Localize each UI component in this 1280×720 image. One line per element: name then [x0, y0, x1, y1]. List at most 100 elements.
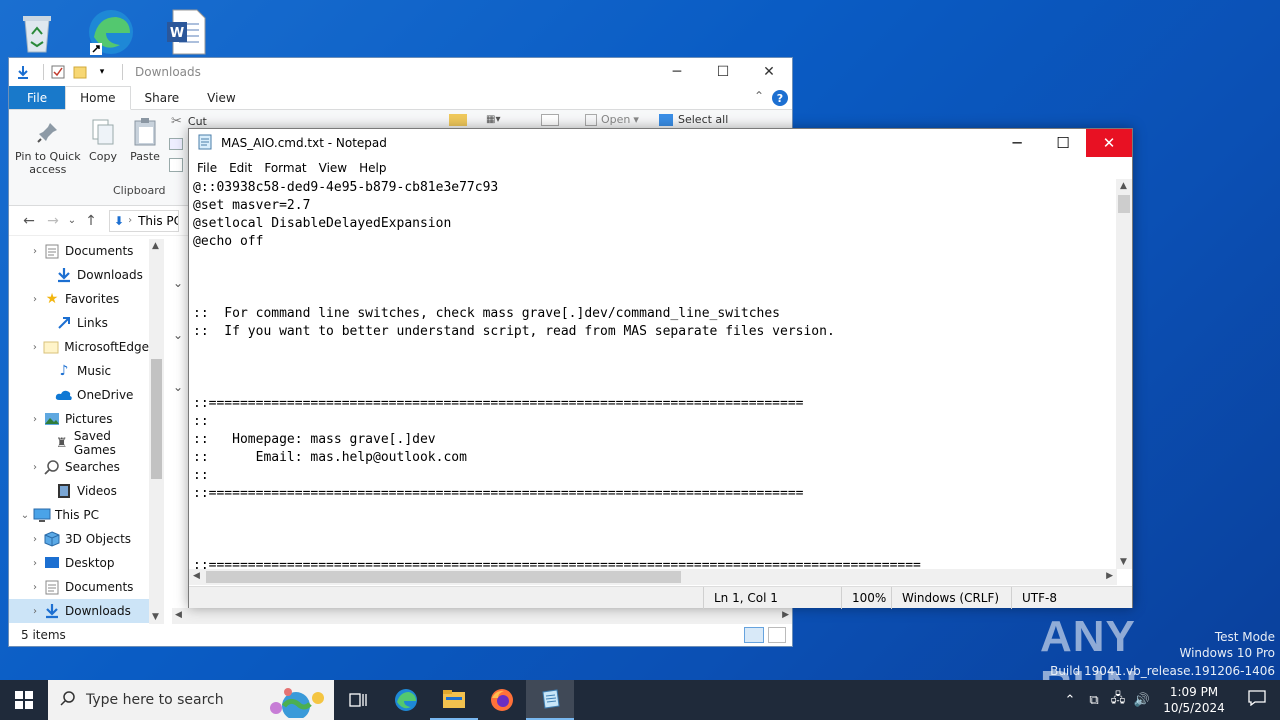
paste-button[interactable]: Paste: [130, 116, 160, 163]
expand-chevron-icon[interactable]: ›: [27, 414, 43, 425]
properties-icon[interactable]: [50, 64, 66, 80]
nav-item-3d-objects[interactable]: › 3D Objects: [9, 527, 149, 551]
menu-help[interactable]: Help: [353, 161, 392, 175]
notepad-close-button[interactable]: ✕: [1086, 129, 1132, 157]
forward-arrow-icon[interactable]: →: [41, 213, 65, 229]
nav-item-desktop[interactable]: › Desktop: [9, 551, 149, 575]
explorer-titlebar[interactable]: ▾ Downloads ─ ☐ ✕: [9, 58, 792, 86]
editor-vscrollbar[interactable]: ▲ ▼: [1116, 179, 1132, 569]
firefox-icon: [491, 689, 513, 711]
menu-file[interactable]: File: [191, 161, 223, 175]
tab-file[interactable]: File: [9, 86, 66, 109]
expand-chevron-icon[interactable]: ›: [27, 342, 43, 353]
customize-quick-access-icon[interactable]: ▾: [94, 64, 110, 80]
menu-format[interactable]: Format: [258, 161, 312, 175]
recycle-bin-icon[interactable]: [10, 6, 64, 58]
notepad-titlebar[interactable]: MAS_AIO.cmd.txt - Notepad ─ ☐ ✕: [189, 129, 1132, 157]
taskbar-edge-button[interactable]: [382, 680, 430, 720]
text-editor[interactable]: @::03938c58-ded9-4e95-b879-cb81e3e77c93 @…: [189, 179, 1117, 569]
group-collapse-icon[interactable]: ⌄: [173, 328, 183, 342]
paste-shortcut-icon[interactable]: [169, 158, 183, 172]
tab-home[interactable]: Home: [65, 86, 131, 110]
pin-icon: [33, 116, 63, 148]
expand-chevron-icon[interactable]: ›: [27, 462, 43, 473]
notifications-icon[interactable]: [1234, 690, 1280, 710]
new-folder-icon[interactable]: [72, 64, 88, 80]
menu-view[interactable]: View: [313, 161, 353, 175]
navigation-pane[interactable]: ▲ ▼ › Documents Downloads › ★ Favorites Links ›…: [9, 239, 164, 624]
network-icon[interactable]: 🖧: [1106, 689, 1130, 711]
details-view-icon[interactable]: [744, 627, 764, 643]
open-button[interactable]: Open ▾: [585, 113, 639, 126]
nav-item-music[interactable]: ♪ Music: [9, 359, 149, 383]
content-hscrollbar[interactable]: ◀ ▶: [172, 608, 792, 624]
text-line: :: If you want to better understand scri…: [193, 324, 835, 339]
notepad-window[interactable]: MAS_AIO.cmd.txt - Notepad ─ ☐ ✕ File Edi…: [188, 128, 1133, 609]
taskbar-search[interactable]: Type here to search: [48, 680, 334, 720]
copy-button[interactable]: Copy: [88, 116, 118, 163]
maximize-button[interactable]: ☐: [700, 58, 746, 86]
windows-logo-icon: [15, 691, 33, 709]
nav-item-downloads[interactable]: Downloads: [9, 263, 149, 287]
text-line: :: Email: mas.help@outlook.com: [193, 450, 467, 465]
select-all-button[interactable]: Select all: [659, 113, 728, 126]
cut-button[interactable]: ✂ Cut: [171, 114, 207, 129]
nav-item-links[interactable]: Links: [9, 311, 149, 335]
nav-item-documents[interactable]: › Documents: [9, 575, 149, 599]
address-bar[interactable]: ⬇ › This PC: [109, 209, 179, 232]
group-collapse-icon[interactable]: ⌄: [173, 380, 183, 394]
expand-chevron-icon[interactable]: ›: [27, 558, 43, 569]
tab-view[interactable]: View: [193, 86, 249, 109]
word-document-icon[interactable]: W: [158, 6, 212, 58]
pin-label: Pin to Quick: [15, 150, 81, 163]
show-hidden-icons-icon[interactable]: ⌃: [1058, 693, 1082, 708]
taskbar-firefox-button[interactable]: [478, 680, 526, 720]
collapse-ribbon-icon[interactable]: ⌃: [754, 89, 764, 103]
move-to-icon[interactable]: ▦▾: [486, 114, 508, 126]
nav-item-searches[interactable]: › Searches: [9, 455, 149, 479]
expand-chevron-icon[interactable]: ›: [27, 606, 43, 617]
volume-icon[interactable]: 🔊: [1130, 693, 1154, 708]
notepad-maximize-button[interactable]: ☐: [1040, 129, 1086, 157]
expand-chevron-icon[interactable]: ›: [27, 534, 43, 545]
nav-item-favorites[interactable]: › ★ Favorites: [9, 287, 149, 311]
notepad-minimize-button[interactable]: ─: [994, 129, 1040, 157]
expand-chevron-icon[interactable]: ›: [27, 294, 43, 305]
expand-chevron-icon[interactable]: ⌄: [17, 510, 33, 521]
nav-item-onedrive[interactable]: OneDrive: [9, 383, 149, 407]
group-collapse-icon[interactable]: ⌄: [173, 276, 183, 290]
expand-chevron-icon[interactable]: ›: [27, 246, 43, 257]
up-arrow-icon[interactable]: ↑: [79, 213, 103, 229]
editor-hscrollbar[interactable]: ◀ ▶: [189, 569, 1117, 585]
build-label: Build 19041.vb_release.191206-1406: [1050, 664, 1275, 678]
nav-item-saved-games[interactable]: ♜ Saved Games: [9, 429, 149, 457]
nav-item-microsoftedge[interactable]: › MicrosoftEdge: [9, 335, 149, 359]
pin-to-quick-access-button[interactable]: Pin to Quick access: [15, 116, 81, 176]
back-arrow-icon[interactable]: ←: [17, 213, 41, 229]
help-icon[interactable]: ?: [772, 90, 788, 106]
nav-scrollbar[interactable]: ▲ ▼: [149, 239, 164, 624]
nav-item-label: Searches: [65, 460, 120, 474]
large-icons-view-icon[interactable]: [768, 627, 786, 643]
tray-app-icon[interactable]: ⧉: [1082, 693, 1106, 708]
task-view-button[interactable]: [334, 680, 382, 720]
nav-item-documents[interactable]: › Documents: [9, 239, 149, 263]
minimize-button[interactable]: ─: [654, 58, 700, 86]
start-button[interactable]: [0, 680, 48, 720]
close-button[interactable]: ✕: [746, 58, 792, 86]
tab-share[interactable]: Share: [131, 86, 194, 109]
menu-edit[interactable]: Edit: [223, 161, 258, 175]
taskbar-notepad-button[interactable]: [526, 680, 574, 720]
nav-item-downloads[interactable]: › Downloads: [9, 599, 149, 623]
nav-item-videos[interactable]: Videos: [9, 479, 149, 503]
nav-item-pictures[interactable]: › Pictures: [9, 407, 149, 431]
taskbar-explorer-button[interactable]: [430, 680, 478, 720]
nav-item-this-pc[interactable]: ⌄ This PC: [9, 503, 149, 527]
recent-locations-icon[interactable]: ⌄: [65, 215, 79, 226]
properties-ribbon-icon[interactable]: [541, 114, 559, 126]
notepad-status-bar: Ln 1, Col 1 100% Windows (CRLF) UTF-8: [189, 586, 1132, 609]
copy-path-icon[interactable]: [169, 138, 183, 150]
clock[interactable]: 1:09 PM 10/5/2024: [1154, 684, 1234, 716]
expand-chevron-icon[interactable]: ›: [27, 582, 43, 593]
edge-desktop-icon[interactable]: [84, 6, 138, 58]
